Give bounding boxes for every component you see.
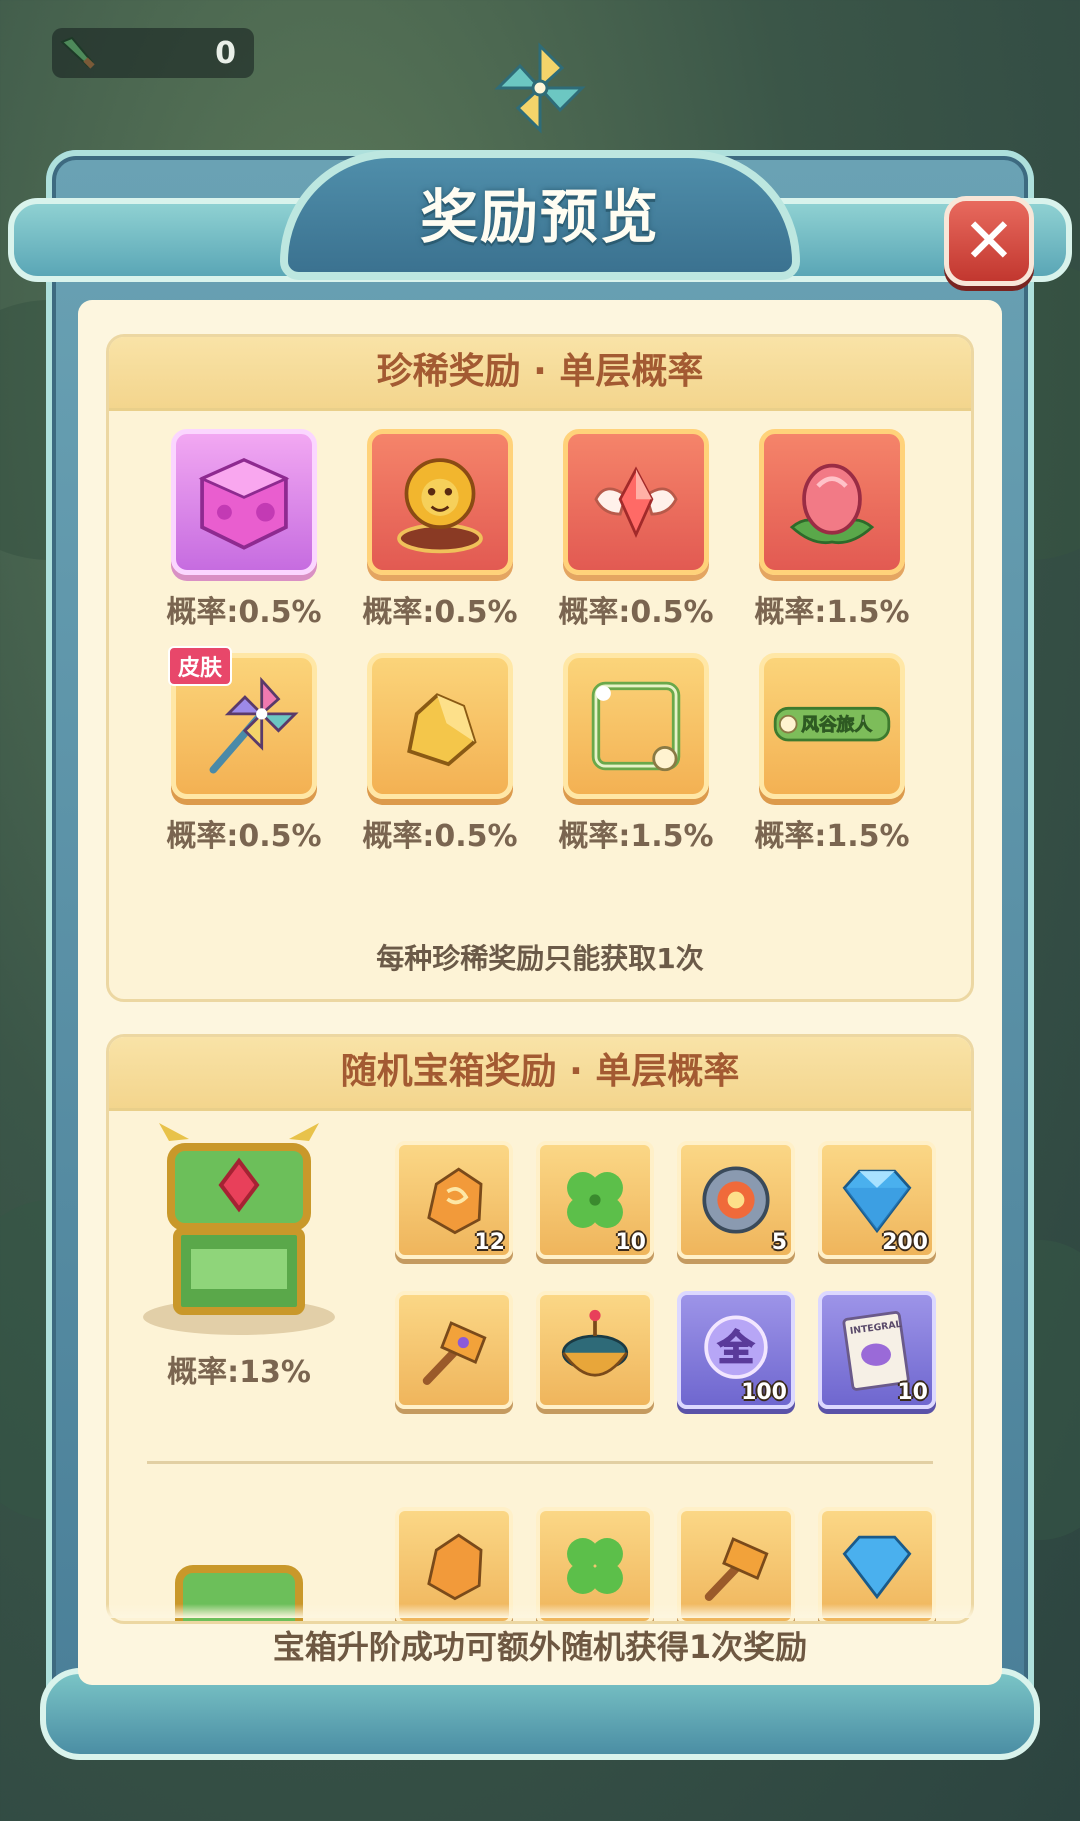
rare-item-pinwheel-staff[interactable]: 皮肤 xyxy=(168,646,317,799)
item-quantity: 10 xyxy=(897,1380,928,1405)
rare-prob-1: 概率:0.5% xyxy=(166,595,322,630)
skin-badge: 皮肤 xyxy=(168,646,233,686)
resource-count: 0 xyxy=(215,36,236,71)
item-quantity: 10 xyxy=(615,1230,646,1255)
chest-reward-amber-ore[interactable]: 12 xyxy=(395,1141,513,1259)
title-plate-icon: 风谷旅人 xyxy=(773,706,891,742)
rare-prob-2: 概率:0.5% xyxy=(362,595,518,630)
item-quantity: 12 xyxy=(474,1230,505,1255)
rare-rewards-section: 珍稀奖励 · 单层概率 概率:0.5% 概率:0.5% 概率:0.5% 概率:1… xyxy=(106,334,974,1002)
winged-gem-icon xyxy=(594,466,678,539)
spinning-top-icon xyxy=(561,1309,629,1377)
rare-prob-8: 概率:1.5% xyxy=(754,819,910,854)
rare-rewards-note: 每种珍稀奖励只能获取1次 xyxy=(376,942,704,975)
rare-rewards-header: 珍稀奖励 · 单层概率 xyxy=(109,337,971,411)
rare-prob-6: 概率:0.5% xyxy=(362,819,518,854)
lion-statue-icon xyxy=(397,458,483,554)
flower-bud-icon xyxy=(789,463,875,545)
rare-prob-4: 概率:1.5% xyxy=(754,595,910,630)
avatar-frame-icon xyxy=(591,681,681,772)
rare-prob-7: 概率:1.5% xyxy=(558,819,714,854)
rare-item-gold-ore[interactable] xyxy=(367,653,513,799)
rare-prob-5: 概率:0.5% xyxy=(166,819,322,854)
chest-reward-hammer[interactable] xyxy=(395,1291,513,1409)
sword-icon xyxy=(60,36,95,69)
chest-reward-integral-scroll[interactable]: INTEGRAL 10 xyxy=(818,1291,936,1409)
item-quantity: 200 xyxy=(882,1230,928,1255)
rare-prob-3: 概率:0.5% xyxy=(558,595,714,630)
random-chest-section: 随机宝箱奖励 · 单层概率 概率:13% 12 10 5 200 全 100 I… xyxy=(106,1034,974,1624)
rare-item-title-plate[interactable]: 风谷旅人 xyxy=(759,653,905,799)
chest-1-prob: 概率:13% xyxy=(167,1355,311,1390)
footer-note: 宝箱升阶成功可额外随机获得1次奖励 xyxy=(272,1628,808,1666)
random-chest-header: 随机宝箱奖励 · 单层概率 xyxy=(109,1037,971,1111)
resource-counter: 0 xyxy=(52,28,254,78)
gold-ore-icon xyxy=(407,693,477,767)
close-icon: ✕ xyxy=(963,204,1015,277)
item-quantity: 5 xyxy=(771,1230,787,1255)
chest-divider xyxy=(147,1461,933,1464)
dialog-title: 奖励预览 xyxy=(419,183,660,251)
pinwheel-icon xyxy=(494,42,586,134)
close-button[interactable]: ✕ xyxy=(944,196,1034,286)
all-orb-label: 全 xyxy=(717,1328,754,1369)
rare-item-winged-gem[interactable] xyxy=(563,429,709,575)
chest-reward-all-orb[interactable]: 全 100 xyxy=(677,1291,795,1409)
chest-reward-gear-disc[interactable]: 5 xyxy=(677,1141,795,1259)
rare-item-magic-cube[interactable] xyxy=(171,429,317,575)
scroll-fade xyxy=(78,1604,1002,1618)
green-gold-chest-icon xyxy=(143,1123,335,1335)
chest-reward-diamond[interactable]: 200 xyxy=(818,1141,936,1259)
magic-cube-icon xyxy=(198,458,290,550)
rare-item-flower-bud[interactable] xyxy=(759,429,905,575)
title-plate-text: 风谷旅人 xyxy=(801,714,872,736)
rare-item-avatar-frame[interactable] xyxy=(563,653,709,799)
chest-reward-spinning-top[interactable] xyxy=(536,1291,654,1409)
hammer-icon xyxy=(422,1321,487,1385)
reward-preview-panel[interactable]: 珍稀奖励 · 单层概率 概率:0.5% 概率:0.5% 概率:0.5% 概率:1… xyxy=(78,300,1002,1685)
chest-reward-clover[interactable]: 10 xyxy=(536,1141,654,1259)
rare-item-lion-statue[interactable] xyxy=(367,429,513,575)
item-quantity: 100 xyxy=(741,1380,787,1405)
